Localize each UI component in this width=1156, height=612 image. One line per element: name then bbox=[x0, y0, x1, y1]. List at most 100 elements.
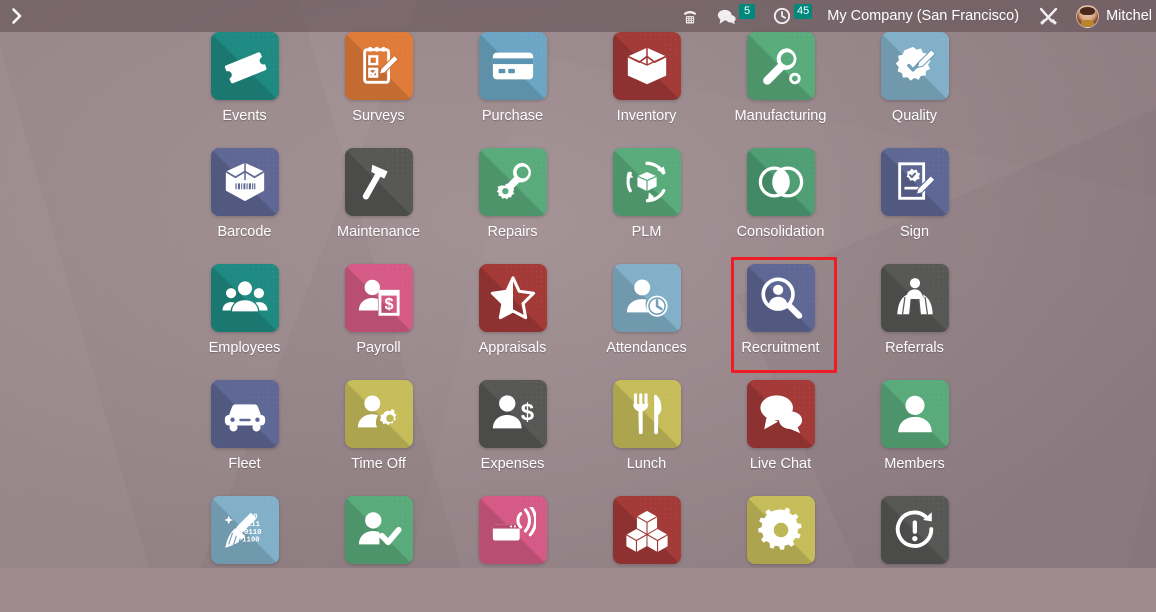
app-item-appraisals[interactable]: Appraisals bbox=[446, 264, 580, 380]
cycle-box-icon[interactable] bbox=[612, 148, 681, 216]
wrench-icon-glyph bbox=[758, 43, 804, 89]
app-item-attendances[interactable]: Attendances bbox=[580, 264, 714, 380]
app-item-live-chat[interactable]: Live Chat bbox=[714, 380, 848, 496]
app-label: Employees bbox=[208, 340, 281, 356]
app-item-maintenance[interactable]: Maintenance bbox=[312, 148, 446, 264]
voip-phone-icon bbox=[681, 7, 699, 25]
app-item[interactable]: 00 111 0110 1100 bbox=[178, 496, 312, 612]
person-check-icon[interactable] bbox=[344, 496, 413, 564]
person-icon-glyph bbox=[892, 391, 938, 437]
data-cleaning-broom-icon[interactable]: 00 111 0110 1100 bbox=[210, 496, 279, 564]
app-item[interactable] bbox=[714, 496, 848, 612]
app-label: Manufacturing bbox=[734, 108, 827, 124]
app-item-members[interactable]: Members bbox=[848, 380, 982, 496]
survey-clipboard-icon[interactable] bbox=[344, 32, 413, 100]
app-label: Payroll bbox=[356, 340, 401, 356]
sign-document-icon-glyph bbox=[892, 159, 938, 205]
app-item-expenses[interactable]: $ Expenses bbox=[446, 380, 580, 496]
marketing-card-signal-icon-glyph bbox=[490, 507, 536, 553]
credit-card-icon[interactable] bbox=[478, 32, 547, 100]
barcode-box-icon[interactable] bbox=[210, 148, 279, 216]
data-cleaning-broom-icon-glyph: 00 111 0110 1100 bbox=[222, 507, 268, 553]
app-item-employees[interactable]: Employees bbox=[178, 264, 312, 380]
car-icon[interactable] bbox=[210, 380, 279, 448]
quality-badge-pen-icon-glyph bbox=[892, 43, 938, 89]
quality-badge-pen-icon[interactable] bbox=[880, 32, 949, 100]
hammer-icon[interactable] bbox=[344, 148, 413, 216]
gear-icon[interactable] bbox=[746, 496, 815, 564]
person-payslip-icon[interactable]: $ bbox=[344, 264, 413, 332]
app-item-purchase[interactable]: Purchase bbox=[446, 32, 580, 148]
wrench-gear-icon-glyph bbox=[490, 159, 536, 205]
app-item-recruitment[interactable]: Recruitment bbox=[714, 257, 848, 380]
person-gear-icon[interactable] bbox=[344, 380, 413, 448]
app-item-payroll[interactable]: $ Payroll bbox=[312, 264, 446, 380]
systray: 5 45 My Company (San Francisco) Mitchel bbox=[672, 0, 1156, 32]
svg-text:$: $ bbox=[520, 399, 533, 426]
app-label: Lunch bbox=[626, 456, 667, 472]
app-label: Recruitment bbox=[741, 340, 820, 356]
app-item[interactable] bbox=[580, 496, 714, 612]
clock-alert-icon-glyph bbox=[892, 507, 938, 553]
person-clock-icon[interactable] bbox=[612, 264, 681, 332]
cubes-icon[interactable] bbox=[612, 496, 681, 564]
app-item[interactable] bbox=[446, 496, 580, 612]
fork-knife-icon[interactable] bbox=[612, 380, 681, 448]
app-item-inventory[interactable]: Inventory bbox=[580, 32, 714, 148]
activities-badge: 45 bbox=[794, 3, 813, 19]
app-item-surveys[interactable]: Surveys bbox=[312, 32, 446, 148]
settings-button[interactable] bbox=[1029, 0, 1068, 32]
tools-wrench-screwdriver-icon bbox=[1038, 6, 1059, 27]
speech-bubbles-icon[interactable] bbox=[746, 380, 815, 448]
person-dollar-icon[interactable]: $ bbox=[478, 380, 547, 448]
app-item-lunch[interactable]: Lunch bbox=[580, 380, 714, 496]
sign-document-icon[interactable] bbox=[880, 148, 949, 216]
app-item-plm[interactable]: PLM bbox=[580, 148, 714, 264]
open-box-icon[interactable] bbox=[612, 32, 681, 100]
half-star-icon[interactable] bbox=[478, 264, 547, 332]
app-item-time-off[interactable]: Time Off bbox=[312, 380, 446, 496]
person-magnifier-icon[interactable] bbox=[746, 264, 815, 332]
app-label: Attendances bbox=[606, 340, 687, 356]
app-item-events[interactable]: Events bbox=[178, 32, 312, 148]
app-label: Barcode bbox=[217, 224, 272, 240]
app-item-manufacturing[interactable]: Manufacturing bbox=[714, 32, 848, 148]
speech-bubbles-icon-glyph bbox=[758, 391, 804, 437]
app-label: Fleet bbox=[228, 456, 261, 472]
apps-menu-toggle[interactable] bbox=[0, 0, 34, 32]
people-group-icon[interactable] bbox=[210, 264, 279, 332]
app-item[interactable] bbox=[848, 496, 982, 612]
app-label: Quality bbox=[891, 108, 938, 124]
ticket-icon[interactable] bbox=[210, 32, 279, 100]
app-item-repairs[interactable]: Repairs bbox=[446, 148, 580, 264]
app-item-barcode[interactable]: Barcode bbox=[178, 148, 312, 264]
cycle-box-icon-glyph bbox=[624, 159, 670, 205]
person-icon[interactable] bbox=[880, 380, 949, 448]
app-item-fleet[interactable]: Fleet bbox=[178, 380, 312, 496]
car-icon-glyph bbox=[222, 391, 268, 437]
clock-alert-icon[interactable] bbox=[880, 496, 949, 564]
open-box-icon-glyph bbox=[624, 43, 670, 89]
survey-clipboard-icon-glyph bbox=[356, 43, 402, 89]
messages-icon bbox=[717, 8, 736, 25]
app-item[interactable] bbox=[312, 496, 446, 612]
app-item-referrals[interactable]: Referrals bbox=[848, 264, 982, 380]
user-menu[interactable]: Mitchel bbox=[1068, 0, 1156, 32]
wrench-gear-icon[interactable] bbox=[478, 148, 547, 216]
venn-circles-icon[interactable] bbox=[746, 148, 815, 216]
app-item-consolidation[interactable]: Consolidation bbox=[714, 148, 848, 264]
app-label: Appraisals bbox=[478, 340, 547, 356]
company-switcher[interactable]: My Company (San Francisco) bbox=[821, 0, 1029, 32]
superhero-cape-icon[interactable] bbox=[880, 264, 949, 332]
app-item-quality[interactable]: Quality bbox=[848, 32, 982, 148]
voip-phone-button[interactable] bbox=[672, 0, 708, 32]
person-clock-icon-glyph bbox=[624, 275, 670, 321]
activities-button[interactable]: 45 bbox=[764, 0, 821, 32]
messages-button[interactable]: 5 bbox=[708, 0, 764, 32]
gear-icon-glyph bbox=[757, 507, 804, 553]
marketing-card-signal-icon[interactable] bbox=[478, 496, 547, 564]
wrench-icon[interactable] bbox=[746, 32, 815, 100]
app-label: Expenses bbox=[480, 456, 545, 472]
app-item-sign[interactable]: Sign bbox=[848, 148, 982, 264]
app-label: Events bbox=[222, 108, 267, 124]
